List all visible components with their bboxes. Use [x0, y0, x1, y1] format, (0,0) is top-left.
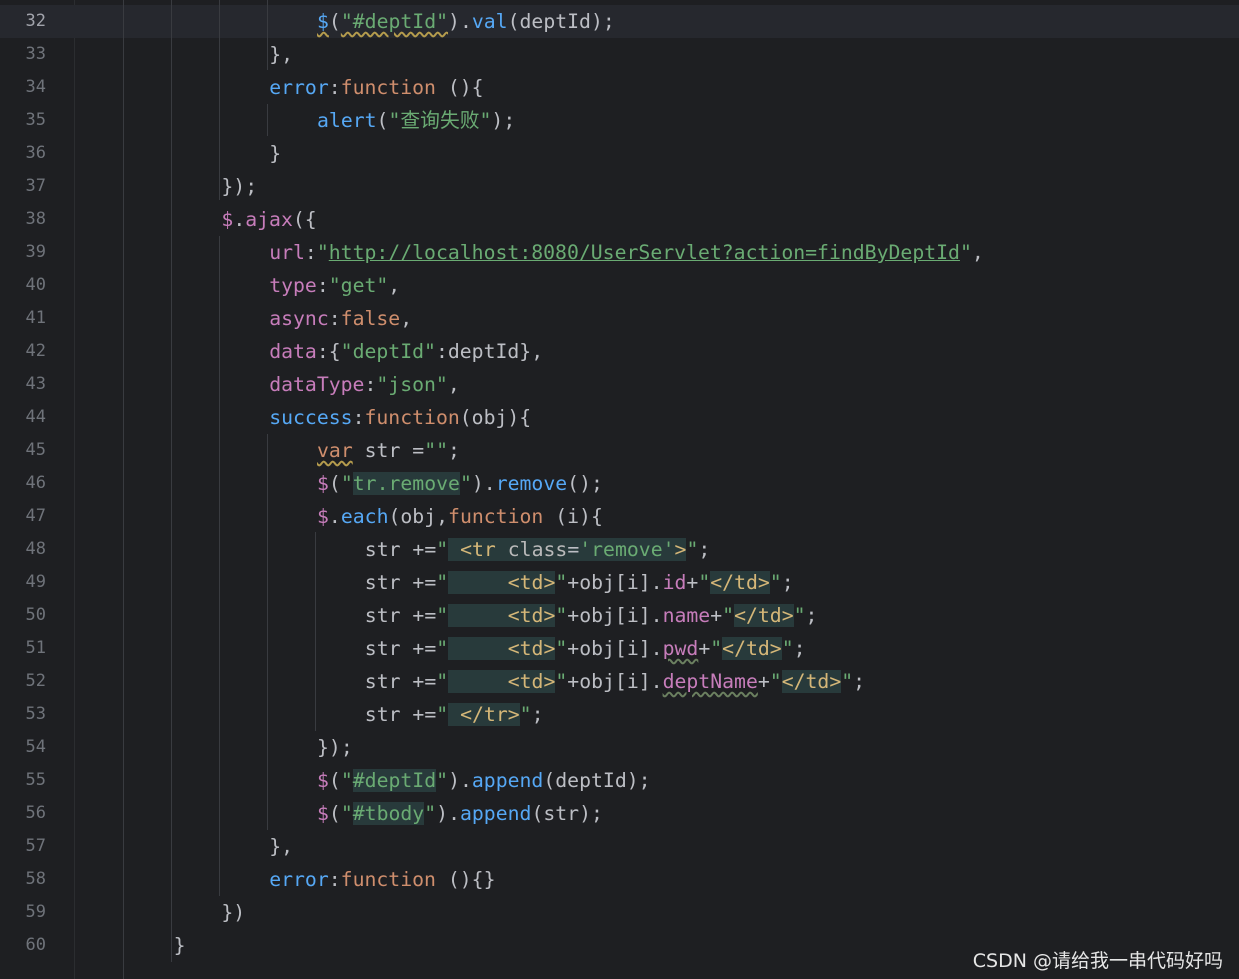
line-number[interactable]: 48: [0, 533, 46, 566]
line-number[interactable]: 53: [0, 698, 46, 731]
line-number[interactable]: 39: [0, 236, 46, 269]
indent-guide: [267, 0, 268, 70]
code-line[interactable]: 50 str +=" <td>"+obj[i].name+"</td>";: [0, 599, 1239, 632]
code-line[interactable]: 51 str +=" <td>"+obj[i].pwd+"</td>";: [0, 632, 1239, 665]
code-text[interactable]: },: [269, 830, 293, 863]
code-line[interactable]: 35 alert("查询失败");: [0, 104, 1239, 137]
code-line[interactable]: 45 var str ="";: [0, 434, 1239, 467]
line-number[interactable]: 34: [0, 71, 46, 104]
code-line[interactable]: 52 str +=" <td>"+obj[i].deptName+"</td>";: [0, 665, 1239, 698]
code-line[interactable]: 58 error:function (){}: [0, 863, 1239, 896]
code-line[interactable]: 34 error:function (){: [0, 71, 1239, 104]
code-text[interactable]: var str ="";: [317, 434, 460, 467]
line-number[interactable]: 41: [0, 302, 46, 335]
code-line[interactable]: 42 data:{"deptId":deptId},: [0, 335, 1239, 368]
code-line[interactable]: 54});: [0, 731, 1239, 764]
line-number[interactable]: 50: [0, 599, 46, 632]
code-line[interactable]: 47 $.each(obj,function (i){: [0, 500, 1239, 533]
code-line[interactable]: 37});: [0, 170, 1239, 203]
code-text[interactable]: dataType:"json",: [269, 368, 460, 401]
code-text[interactable]: $.each(obj,function (i){: [317, 500, 603, 533]
code-line[interactable]: 59}): [0, 896, 1239, 929]
code-text[interactable]: str +=" <td>"+obj[i].pwd+"</td>";: [365, 632, 806, 665]
code-line[interactable]: 46 $("tr.remove").remove();: [0, 467, 1239, 500]
code-line[interactable]: 39 url:"http://localhost:8080/UserServlet…: [0, 236, 1239, 269]
line-number[interactable]: 58: [0, 863, 46, 896]
code-text[interactable]: url:"http://localhost:8080/UserServlet?a…: [269, 236, 984, 269]
code-text[interactable]: async:false,: [269, 302, 412, 335]
indent-guide: [123, 0, 124, 979]
code-text[interactable]: });: [317, 731, 353, 764]
code-text[interactable]: }): [221, 896, 245, 929]
code-text[interactable]: $("tr.remove").remove();: [317, 467, 603, 500]
code-text[interactable]: success:function(obj){: [269, 401, 531, 434]
code-text[interactable]: $("#deptId").append(deptId);: [317, 764, 651, 797]
code-text[interactable]: data:{"deptId":deptId},: [269, 335, 543, 368]
line-number[interactable]: 44: [0, 401, 46, 434]
line-number[interactable]: 38: [0, 203, 46, 236]
code-text[interactable]: alert("查询失败");: [317, 104, 515, 137]
code-text[interactable]: str +=" <td>"+obj[i].id+"</td>";: [365, 566, 794, 599]
code-text[interactable]: error:function (){: [269, 71, 483, 104]
csdn-watermark: CSDN @请给我一串代码好吗: [972, 950, 1223, 972]
line-number[interactable]: 32: [0, 5, 46, 38]
code-text[interactable]: $("#deptId").val(deptId);: [317, 5, 615, 38]
line-number[interactable]: 57: [0, 830, 46, 863]
line-number[interactable]: 60: [0, 929, 46, 962]
code-text[interactable]: $("#tbody").append(str);: [317, 797, 603, 830]
indent-guide: [267, 434, 268, 830]
code-line[interactable]: 38 $.ajax({: [0, 203, 1239, 236]
line-number[interactable]: 49: [0, 566, 46, 599]
code-line[interactable]: 36}: [0, 137, 1239, 170]
code-editor[interactable]: 32 $("#deptId").val(deptId); 33}, 34 error:f…: [0, 0, 1239, 979]
code-line[interactable]: 32 $("#deptId").val(deptId);: [0, 5, 1239, 38]
line-number[interactable]: 42: [0, 335, 46, 368]
code-line[interactable]: 49 str +=" <td>"+obj[i].id+"</td>";: [0, 566, 1239, 599]
indent-guide: [267, 104, 268, 136]
code-line[interactable]: 40 type:"get",: [0, 269, 1239, 302]
line-number[interactable]: 45: [0, 434, 46, 467]
line-number[interactable]: 55: [0, 764, 46, 797]
line-number[interactable]: 59: [0, 896, 46, 929]
line-number[interactable]: 54: [0, 731, 46, 764]
code-text[interactable]: error:function (){}: [269, 863, 495, 896]
code-text[interactable]: });: [221, 170, 257, 203]
code-text[interactable]: str +=" <td>"+obj[i].name+"</td>";: [365, 599, 817, 632]
line-number[interactable]: 35: [0, 104, 46, 137]
line-number[interactable]: 33: [0, 38, 46, 71]
line-number[interactable]: 51: [0, 632, 46, 665]
indent-guide: [219, 236, 220, 896]
code-line[interactable]: 33},: [0, 38, 1239, 71]
line-number[interactable]: 56: [0, 797, 46, 830]
code-line[interactable]: 57},: [0, 830, 1239, 863]
code-text[interactable]: type:"get",: [269, 269, 400, 302]
code-text[interactable]: }: [269, 137, 281, 170]
code-line[interactable]: 44 success:function(obj){: [0, 401, 1239, 434]
line-number[interactable]: 47: [0, 500, 46, 533]
indent-guide: [219, 0, 220, 200]
code-line[interactable]: 53 str +=" </tr>";: [0, 698, 1239, 731]
line-number[interactable]: 46: [0, 467, 46, 500]
code-line[interactable]: 56 $("#tbody").append(str);: [0, 797, 1239, 830]
indent-guide: [315, 532, 316, 731]
line-number[interactable]: 52: [0, 665, 46, 698]
indent-guide: [171, 0, 172, 962]
code-line[interactable]: 48 str +=" <tr class='remove'>";: [0, 533, 1239, 566]
code-text[interactable]: str +=" <tr class='remove'>";: [365, 533, 710, 566]
line-number[interactable]: 37: [0, 170, 46, 203]
code-line[interactable]: 41 async:false,: [0, 302, 1239, 335]
code-text[interactable]: $.ajax({: [221, 203, 316, 236]
code-text[interactable]: str +=" </tr>";: [365, 698, 544, 731]
code-text[interactable]: }: [174, 929, 186, 962]
line-number[interactable]: 43: [0, 368, 46, 401]
code-text[interactable]: },: [269, 38, 293, 71]
line-number[interactable]: 36: [0, 137, 46, 170]
code-line[interactable]: 43 dataType:"json",: [0, 368, 1239, 401]
code-text[interactable]: str +=" <td>"+obj[i].deptName+"</td>";: [365, 665, 865, 698]
code-line[interactable]: 55 $("#deptId").append(deptId);: [0, 764, 1239, 797]
line-number[interactable]: 40: [0, 269, 46, 302]
